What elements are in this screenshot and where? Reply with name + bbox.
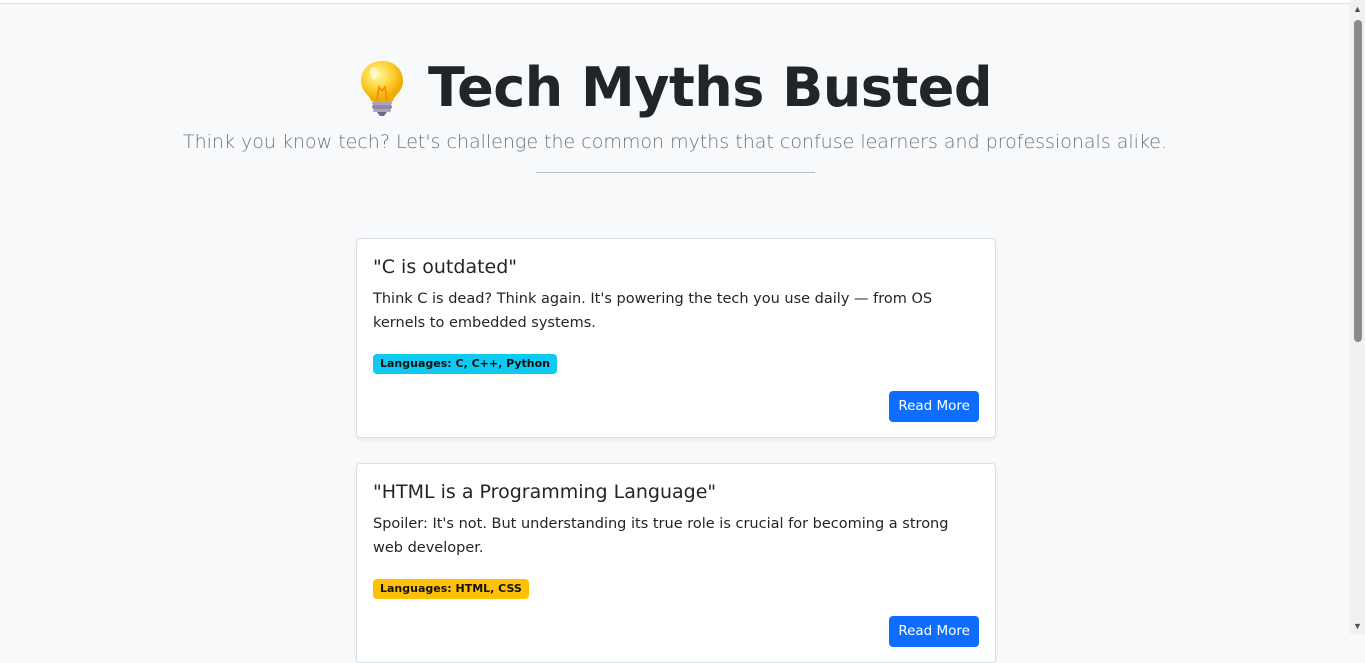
page-title: Tech Myths Busted bbox=[427, 56, 993, 119]
page-subtitle: Think you know tech? Let's challenge the… bbox=[182, 131, 1168, 153]
page: Tech Myths Busted Think you know tech? L… bbox=[0, 4, 1350, 663]
card-text: Spoiler: It's not. But understanding its… bbox=[373, 516, 949, 556]
card-title: "HTML is a Programming Language" bbox=[373, 481, 717, 503]
card-title: "C is outdated" bbox=[373, 256, 518, 278]
myth-card: "C is outdated" Think C is dead? Think a… bbox=[356, 238, 996, 438]
languages-badge: Languages: HTML, CSS bbox=[373, 579, 529, 599]
myth-card: "HTML is a Programming Language" Spoiler… bbox=[356, 463, 996, 663]
scrollbar-thumb[interactable] bbox=[1354, 20, 1362, 342]
scroll-up-arrow-icon[interactable]: ▲ bbox=[1350, 2, 1365, 17]
card-text: Think C is dead? Think again. It's power… bbox=[373, 291, 933, 331]
read-more-button[interactable]: Read More bbox=[889, 616, 979, 647]
languages-badge: Languages: C, C++, Python bbox=[373, 354, 558, 374]
read-more-button[interactable]: Read More bbox=[889, 391, 979, 422]
divider bbox=[536, 172, 815, 173]
hero-heading: Tech Myths Busted bbox=[0, 56, 1350, 120]
scroll-down-arrow-icon[interactable]: ▼ bbox=[1350, 619, 1365, 634]
vertical-scrollbar[interactable]: ▲ ▼ bbox=[1350, 0, 1365, 634]
lightbulb-icon bbox=[360, 61, 403, 116]
